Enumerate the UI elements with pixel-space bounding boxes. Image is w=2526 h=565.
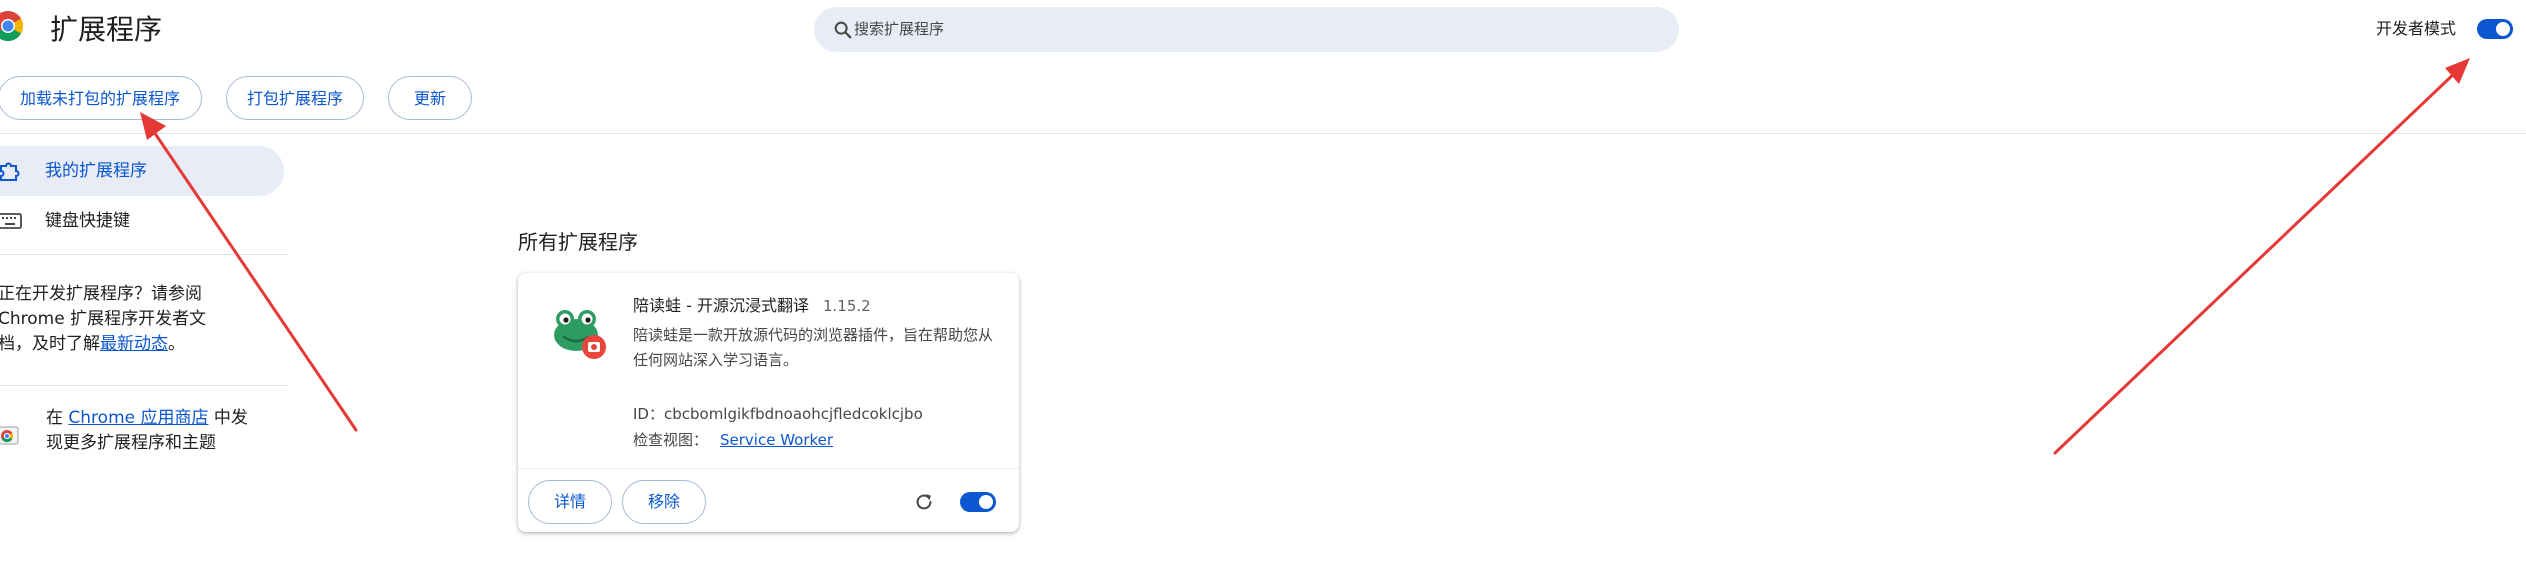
id-label: ID： (633, 405, 664, 423)
extension-card: 陪读蛙 - 开源沉浸式翻译 1.15.2 陪读蛙是一款开放源代码的浏览器插件，旨… (518, 273, 1019, 532)
pack-extension-button[interactable]: 打包扩展程序 (226, 76, 364, 120)
load-unpacked-button[interactable]: 加载未打包的扩展程序 (0, 76, 202, 120)
extension-id: ID：cbcbomlgikfbdnoaohcjfledcoklcjbo (633, 403, 923, 425)
search-icon (834, 21, 852, 39)
inspect-views: 检查视图： Service Worker (633, 429, 833, 451)
toolbar-divider (0, 133, 2526, 134)
reload-icon[interactable] (913, 491, 935, 513)
update-button[interactable]: 更新 (388, 76, 472, 120)
toggle-knob (2496, 22, 2510, 36)
latest-news-link[interactable]: 最新动态 (100, 334, 168, 354)
extension-name: 陪读蛙 - 开源沉浸式翻译 (633, 296, 809, 315)
dev-note-suffix: 。 (168, 334, 185, 354)
card-divider (518, 468, 1019, 469)
annotation-arrows (140, 58, 2470, 455)
remove-button[interactable]: 移除 (622, 480, 706, 524)
frog-logo-icon (554, 310, 606, 359)
details-button[interactable]: 详情 (528, 480, 612, 524)
inspect-label: 检查视图： (633, 431, 709, 449)
arrow-to-developer-mode (2053, 58, 2470, 455)
chrome-web-store-link[interactable]: Chrome 应用商店 (68, 408, 208, 428)
service-worker-link[interactable]: Service Worker (720, 431, 833, 449)
sidebar-item-label: 键盘快捷键 (45, 211, 130, 231)
keyboard-icon (0, 213, 22, 229)
search-bar[interactable]: 搜索扩展程序 (814, 7, 1679, 52)
extension-enable-toggle[interactable] (960, 492, 996, 512)
extension-version: 1.15.2 (823, 297, 871, 315)
toggle-knob (979, 495, 993, 509)
id-value: cbcbomlgikfbdnoaohcjfledcoklcjbo (663, 405, 923, 423)
extension-description: 陪读蛙是一款开放源代码的浏览器插件，旨在帮助您从任何网站深入学习语言。 (633, 326, 994, 369)
sidebar-item-keyboard-shortcuts[interactable]: 键盘快捷键 (0, 196, 284, 246)
developer-docs-note: 正在开发扩展程序？请参阅 Chrome 扩展程序开发者文档，及时了解最新动态。 (0, 282, 238, 357)
developer-mode-label: 开发者模式 (2376, 19, 2457, 38)
sidebar-divider (0, 254, 288, 255)
web-store-note: 在 Chrome 应用商店 中发现更多扩展程序和主题 (46, 406, 256, 456)
sidebar-divider (0, 385, 288, 386)
puzzle-icon (0, 162, 20, 181)
sidebar-item-label: 我的扩展程序 (45, 161, 147, 181)
store-note-text: 在 (46, 408, 69, 428)
section-title: 所有扩展程序 (518, 230, 638, 254)
search-input[interactable]: 搜索扩展程序 (854, 7, 944, 52)
chrome-web-store-icon (0, 426, 19, 445)
developer-mode-toggle[interactable] (2477, 19, 2513, 39)
page-title: 扩展程序 (50, 13, 163, 46)
chrome-logo-icon (0, 11, 24, 42)
sidebar-item-my-extensions[interactable]: 我的扩展程序 (0, 146, 284, 196)
